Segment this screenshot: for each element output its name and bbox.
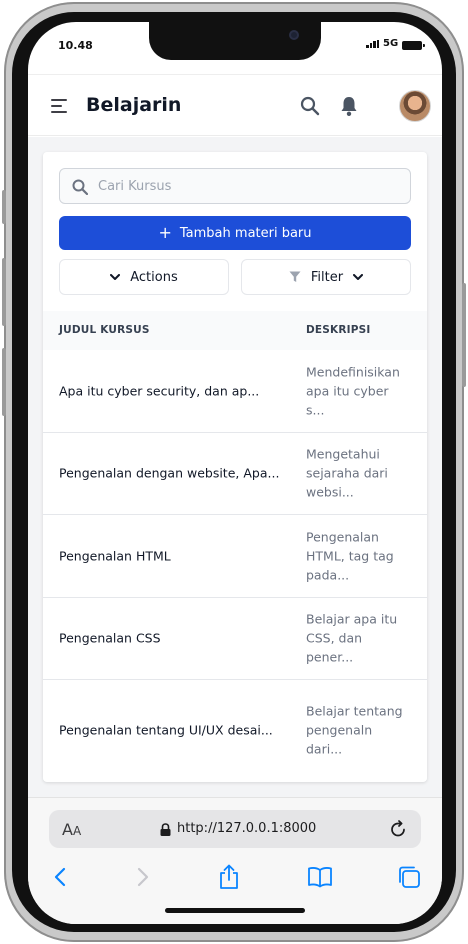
actions-label: Actions <box>130 269 178 285</box>
filter-label: Filter <box>310 269 344 285</box>
add-material-label: Tambah materi baru <box>179 225 312 241</box>
avatar[interactable] <box>399 90 431 122</box>
filter-button[interactable]: Filter <box>241 259 411 295</box>
silent-switch <box>2 190 6 224</box>
back-button[interactable] <box>45 862 75 892</box>
course-title: Pengenalan HTML <box>59 548 171 564</box>
chevron-down-icon <box>110 273 121 280</box>
volume-up-button <box>2 258 6 326</box>
app-title: Belajarin <box>86 94 182 116</box>
table-row[interactable]: Apa itu cyber security, dan ap... Mendef… <box>43 350 427 433</box>
text-size-button[interactable]: AA <box>62 820 81 839</box>
tabs-icon <box>399 866 420 888</box>
course-title: Pengenalan tentang UI/UX desai... <box>59 722 273 738</box>
lock-icon <box>160 823 171 836</box>
course-card: + Tambah materi baru Actions Filter <box>43 152 427 782</box>
chevron-right-icon <box>137 867 149 887</box>
content-area: + Tambah materi baru Actions Filter <box>28 137 442 797</box>
table-row[interactable]: Pengenalan CSS Belajar apa itu CSS, dan … <box>43 597 427 680</box>
url-text: http://127.0.0.1:8000 <box>177 821 317 836</box>
camera-icon <box>289 30 299 40</box>
add-material-button[interactable]: + Tambah materi baru <box>59 216 411 250</box>
table-row[interactable]: Pengenalan tentang UI/UX desai... Belaja… <box>43 680 427 780</box>
chevron-left-icon <box>54 867 66 887</box>
forward-button[interactable] <box>128 862 158 892</box>
book-icon <box>308 867 332 888</box>
bell-icon[interactable] <box>340 95 358 117</box>
status-time: 10.48 <box>58 39 93 52</box>
network-type: 5G <box>383 38 399 49</box>
volume-down-button <box>2 348 6 416</box>
power-button <box>462 283 466 387</box>
browser-nav <box>28 862 442 892</box>
course-table-body: Apa itu cyber security, dan ap... Mendef… <box>43 350 427 780</box>
battery-icon <box>402 41 425 50</box>
app-header: Belajarin <box>28 74 442 136</box>
course-description: Belajar tentang pengenaln dari... <box>306 703 403 757</box>
course-description: Belajar apa itu CSS, dan pener... <box>306 611 398 665</box>
share-button[interactable] <box>214 862 244 892</box>
course-description: Mendefinisikan apa itu cyber s... <box>306 364 400 418</box>
course-description: Mengetahui sejaraha dari websi... <box>306 446 388 500</box>
search-input[interactable] <box>59 168 411 204</box>
screen: 10.48 5G Belajarin Cari Kursus + Tambah … <box>28 22 442 924</box>
menu-icon[interactable] <box>51 99 67 113</box>
reload-icon[interactable] <box>389 820 407 838</box>
filter-icon <box>289 271 301 282</box>
course-description: Pengenalan HTML, tag tag pada... <box>306 529 394 583</box>
bookmarks-button[interactable] <box>305 862 335 892</box>
table-row[interactable]: Pengenalan HTML Pengenalan HTML, tag tag… <box>43 515 427 598</box>
table-header: JUDUL KURSUS DESKRIPSI <box>43 311 427 350</box>
tabs-button[interactable] <box>394 862 424 892</box>
browser-toolbar: AA http://127.0.0.1:8000 <box>28 797 442 924</box>
course-title: Pengenalan CSS <box>59 630 161 646</box>
notch <box>149 22 321 60</box>
table-row[interactable]: Pengenalan dengan website, Apa... Menget… <box>43 432 427 515</box>
column-header-description: DESKRIPSI <box>306 324 371 336</box>
course-title: Apa itu cyber security, dan ap... <box>59 383 260 399</box>
home-indicator <box>165 908 305 913</box>
course-title: Pengenalan dengan website, Apa... <box>59 465 280 481</box>
address-bar[interactable]: AA http://127.0.0.1:8000 <box>49 810 421 848</box>
actions-button[interactable]: Actions <box>59 259 229 295</box>
chevron-down-icon <box>353 273 364 280</box>
status-bar: 10.48 5G <box>28 22 442 74</box>
column-header-title: JUDUL KURSUS <box>59 324 150 336</box>
plus-icon: + <box>158 223 172 242</box>
search-icon[interactable] <box>300 96 320 116</box>
share-icon <box>220 864 238 889</box>
signal-icon <box>366 40 379 48</box>
